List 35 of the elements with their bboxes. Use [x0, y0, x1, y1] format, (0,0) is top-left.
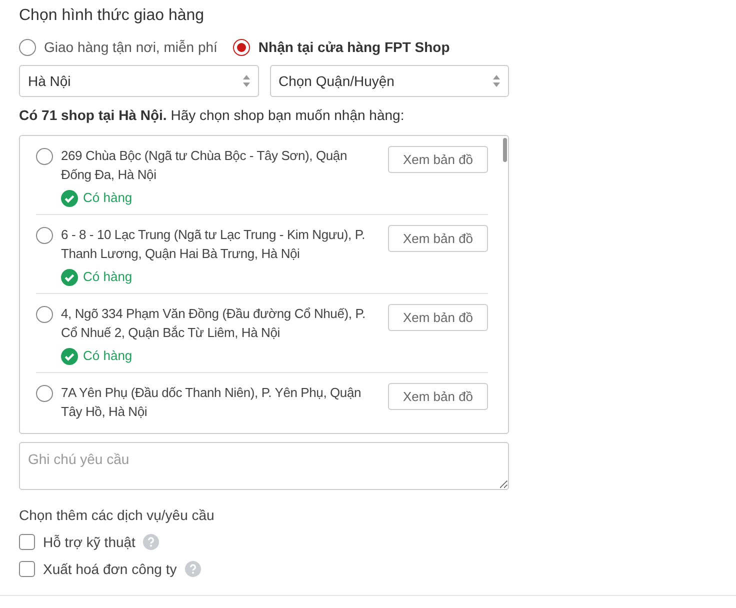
view-map-button[interactable]: Xem bản đồ [388, 304, 488, 331]
shop-address[interactable]: 269 Chùa Bộc (Ngã tư Chùa Bộc - Tây Sơn), Quận Đống Đa, Hà Nội [61, 146, 380, 184]
shop-address[interactable]: 7A Yên Phụ (Đầu dốc Thanh Niên), P. Yên Phụ, Quận Tây Hồ, Hà Nội [61, 383, 380, 421]
stock-status: Có hàng [83, 189, 132, 208]
view-map-button[interactable]: Xem bản đồ [388, 383, 488, 410]
scrollbar-thumb[interactable] [503, 138, 507, 162]
shop-address[interactable]: 4, Ngõ 334 Phạm Văn Đồng (Đầu đường Cổ Nhuế), P. Cổ Nhuế 2, Quận Bắc Từ Liêm, Hà Nội [61, 304, 380, 342]
delivery-option-label[interactable]: Nhận tại cửa hàng FPT Shop [258, 36, 450, 58]
check-circle-icon [61, 190, 78, 206]
sort-arrows-icon [493, 75, 500, 87]
section-title: Chọn hình thức giao hàng [19, 6, 206, 26]
delivery-option-label[interactable]: Giao hàng tận nơi, miễn phí [44, 36, 218, 58]
stock-status: Có hàng [83, 268, 132, 286]
dropdown-select[interactable]: Chọn Quận/Huyện [270, 65, 509, 97]
services-heading: Chọn thêm các dịch vụ/yêu cầu [19, 506, 216, 524]
checkbox[interactable] [19, 534, 35, 550]
view-map-button[interactable]: Xem bản đồ [388, 146, 488, 173]
service-label[interactable]: Hỗ trợ kỹ thuật [43, 532, 136, 552]
stock-status: Có hàng [83, 347, 132, 366]
checkbox[interactable] [19, 561, 35, 577]
shop-address[interactable]: 6 - 8 - 10 Lạc Trung (Ngã tư Lạc Trung - Kim Ngưu), P. Thanh Lương, Quận Hai Bà Trưng, Hà Nội [61, 225, 380, 263]
radio-button[interactable] [233, 38, 250, 56]
shop-count-text: Có 71 shop tại Hà Nội. Hãy chọn shop bạn muốn nhận hàng: [19, 106, 406, 124]
sort-arrows-icon [242, 75, 250, 87]
check-circle-icon [61, 348, 78, 364]
radio-button[interactable] [36, 227, 53, 244]
note-field[interactable]: Ghi chú yêu cầu [19, 442, 509, 490]
check-circle-icon [61, 268, 78, 286]
radio-button[interactable] [36, 306, 53, 323]
radio-button[interactable] [19, 38, 36, 56]
radio-button[interactable] [36, 385, 53, 402]
service-label[interactable]: Xuất hoá đơn công ty [43, 558, 177, 580]
radio-button[interactable] [36, 148, 53, 165]
view-map-button[interactable]: Xem bản đồ [388, 225, 488, 252]
dropdown-select[interactable]: Hà Nội [19, 65, 258, 97]
